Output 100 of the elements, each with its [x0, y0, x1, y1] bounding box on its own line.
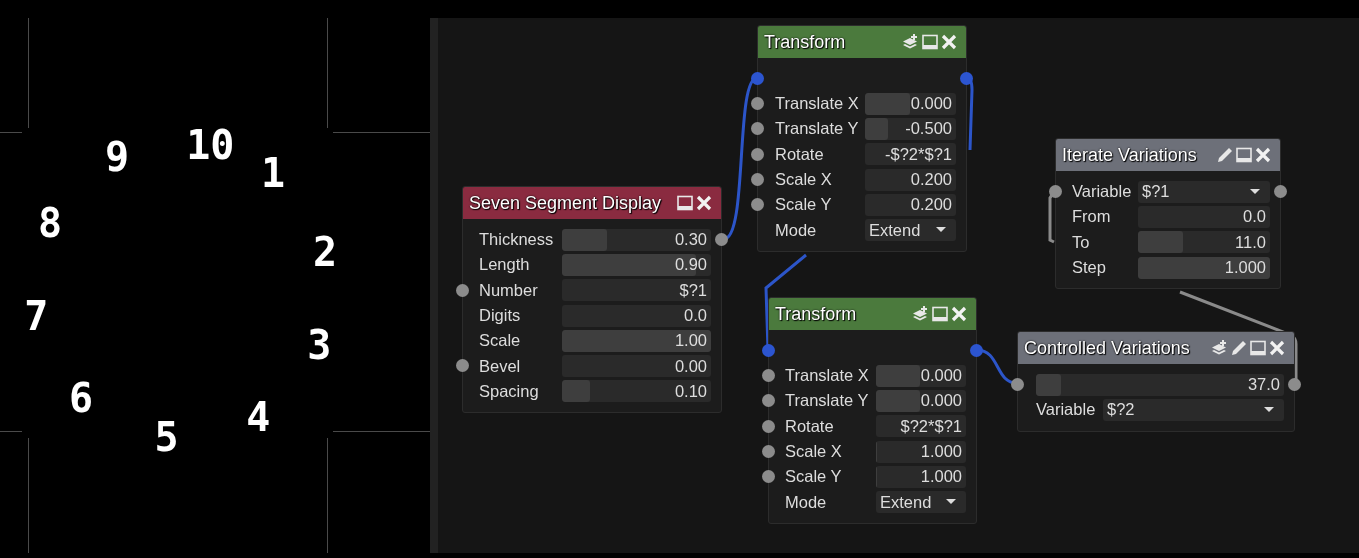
digit-label: 4	[246, 396, 271, 437]
caret-icon	[1250, 188, 1260, 195]
port-dot[interactable]	[1011, 378, 1024, 391]
slider-field[interactable]: 0.200	[865, 193, 956, 216]
node-header[interactable]: Seven Segment Display	[463, 187, 721, 219]
port-dot[interactable]	[456, 283, 469, 297]
port-dot[interactable]	[762, 419, 775, 433]
layers-icon[interactable]	[902, 33, 920, 51]
digit-label: 6	[69, 378, 94, 419]
pencil-icon[interactable]	[1216, 146, 1234, 164]
slider-field[interactable]: 0.00	[562, 355, 711, 378]
field-label: Step	[1072, 258, 1107, 278]
slider-field[interactable]: 0.0	[562, 304, 711, 327]
node-title: Controlled Variations	[1024, 337, 1190, 359]
slider-field[interactable]: 1.000	[876, 465, 966, 488]
slider-field[interactable]: 1.000	[1138, 256, 1270, 279]
layers-icon[interactable]	[1211, 339, 1229, 357]
slider-field[interactable]: 0.000	[876, 389, 966, 412]
slider-field[interactable]: 0.000	[865, 92, 956, 115]
node-title: Transform	[775, 303, 857, 325]
port-dot[interactable]	[762, 444, 775, 458]
digit-label: 5	[154, 417, 179, 458]
slider-field[interactable]: 37.0	[1036, 373, 1284, 396]
port-dot[interactable]	[762, 369, 775, 382]
window-icon[interactable]	[1235, 146, 1253, 164]
field-label: Scale X	[785, 442, 843, 462]
close-icon[interactable]	[1254, 146, 1272, 164]
field-label: Translate X	[785, 366, 870, 386]
port-dot[interactable]	[456, 359, 469, 373]
dropdown[interactable]: Extend	[876, 491, 966, 514]
node-header[interactable]: Controlled Variations	[1018, 332, 1294, 364]
node-header[interactable]: Iterate Variations	[1056, 139, 1280, 171]
port-dot[interactable]	[751, 97, 764, 110]
port-dot[interactable]	[762, 344, 775, 357]
field-label: Variable	[1036, 400, 1097, 420]
port-dot[interactable]	[762, 394, 775, 408]
field-label: Thickness	[479, 230, 555, 250]
window-icon[interactable]	[676, 194, 694, 212]
field-label: Mode	[785, 492, 828, 512]
port-dot[interactable]	[762, 470, 775, 484]
port-dot[interactable]	[960, 72, 973, 85]
node-header[interactable]: Transform	[758, 26, 966, 58]
port-dot[interactable]	[1288, 378, 1301, 391]
text-field[interactable]: $?1	[562, 279, 711, 302]
caret-icon	[946, 499, 956, 506]
slider-field[interactable]: 0.200	[865, 168, 956, 191]
slider-field[interactable]: 0.90	[562, 253, 711, 276]
field-label: Length	[479, 255, 531, 275]
digit-label: 3	[307, 325, 332, 366]
field-label: Variable	[1072, 182, 1133, 202]
dropdown[interactable]: $?2	[1103, 398, 1284, 421]
port-dot[interactable]	[751, 147, 764, 161]
field-label: Translate Y	[785, 391, 870, 411]
slider-field[interactable]: -0.500	[865, 117, 956, 140]
field-label: From	[1072, 207, 1112, 227]
port-dot[interactable]	[751, 172, 764, 186]
slider-field[interactable]: 0.0	[1138, 205, 1270, 228]
node-title: Transform	[764, 31, 846, 53]
slider-field[interactable]: 1.000	[876, 440, 966, 463]
close-icon[interactable]	[1268, 339, 1286, 357]
field-label: Scale Y	[775, 195, 833, 215]
port-dot[interactable]	[751, 122, 764, 136]
field-label: To	[1072, 232, 1091, 252]
slider-field[interactable]: 0.10	[562, 380, 711, 403]
node-header[interactable]: Transform	[769, 298, 976, 330]
field-label: Translate X	[775, 94, 860, 114]
field-label: Translate Y	[775, 119, 860, 139]
digit-label: 8	[38, 202, 63, 243]
text-field[interactable]: -$?2*$?1	[865, 143, 956, 166]
text-field[interactable]: $?2*$?1	[876, 415, 966, 438]
close-icon[interactable]	[695, 194, 713, 212]
slider-field[interactable]: 1.00	[562, 329, 711, 352]
window-icon[interactable]	[921, 33, 939, 51]
window-icon[interactable]	[931, 305, 949, 323]
port-dot[interactable]	[970, 344, 983, 357]
layers-icon[interactable]	[912, 305, 930, 323]
slider-field[interactable]: 11.0	[1138, 231, 1270, 254]
dropdown[interactable]: $?1	[1138, 180, 1270, 203]
digit-label: 2	[312, 231, 337, 272]
digit-label: 1	[261, 153, 286, 194]
port-dot[interactable]	[751, 72, 764, 85]
slider-field[interactable]: 0.30	[562, 228, 711, 251]
port-dot[interactable]	[1274, 185, 1287, 198]
digit-label: 7	[24, 295, 49, 336]
window-icon[interactable]	[1249, 339, 1267, 357]
slider-field[interactable]: 0.000	[876, 364, 966, 387]
port-dot[interactable]	[1049, 185, 1062, 198]
digit-label: 10	[186, 124, 235, 165]
field-label: Rotate	[785, 416, 835, 436]
field-label: Scale	[479, 331, 522, 351]
field-label: Digits	[479, 306, 522, 326]
close-icon[interactable]	[940, 33, 958, 51]
digit-label: 9	[105, 136, 130, 177]
field-label: Scale X	[775, 170, 833, 190]
field-label: Spacing	[479, 381, 540, 401]
close-icon[interactable]	[950, 305, 968, 323]
port-dot[interactable]	[751, 198, 764, 212]
port-dot[interactable]	[715, 233, 728, 246]
dropdown[interactable]: Extend	[865, 219, 956, 242]
pencil-icon[interactable]	[1230, 339, 1248, 357]
